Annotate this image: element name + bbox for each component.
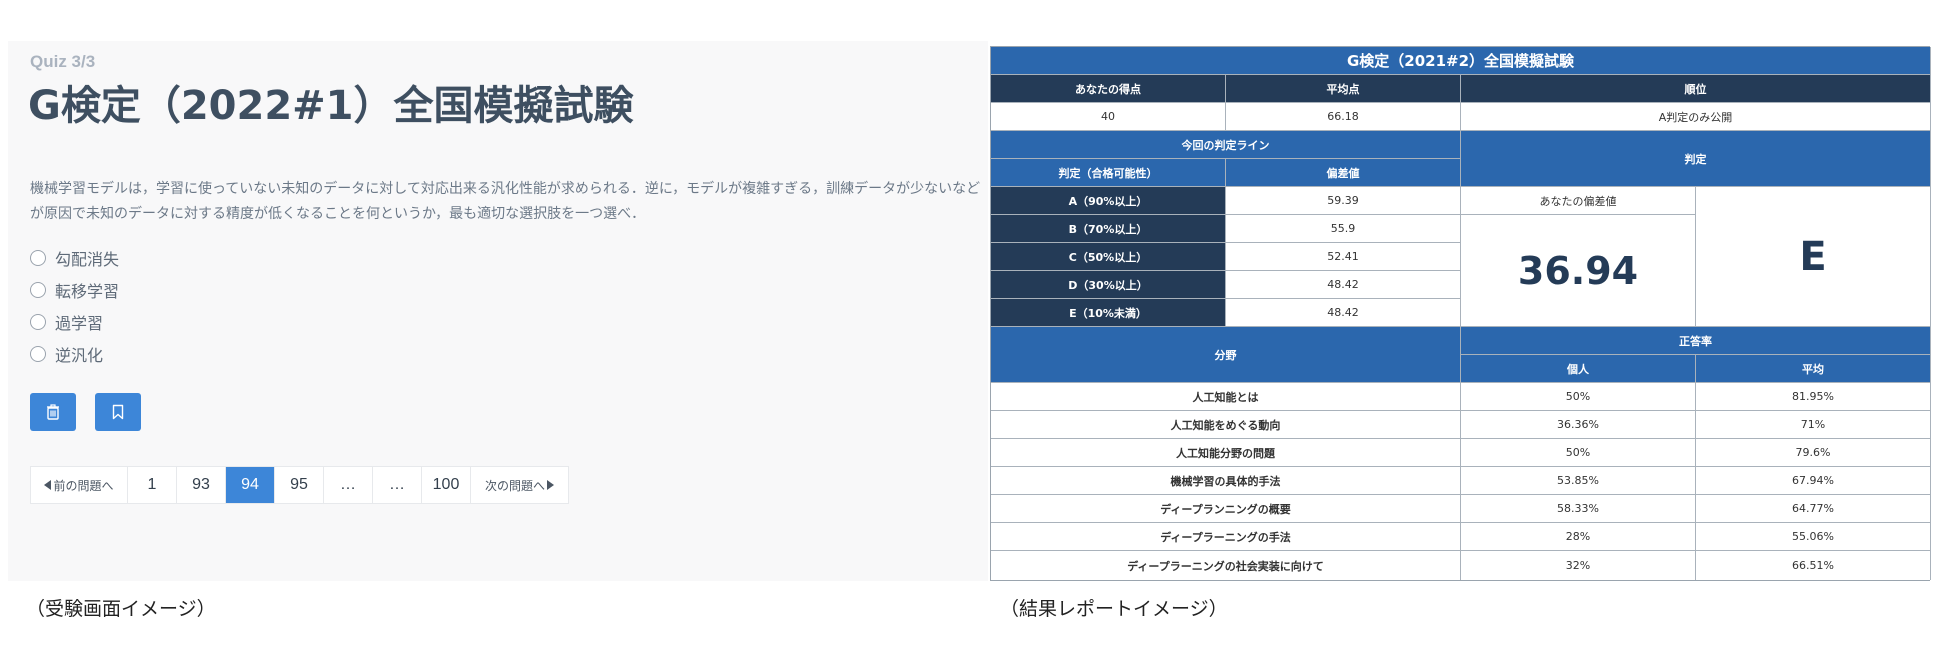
- field-name: ディープラーニングの社会実装に向けて: [991, 551, 1461, 580]
- grade-value: E: [1799, 233, 1827, 280]
- field-avg: 67.94%: [1696, 467, 1931, 495]
- option-label: 過学習: [55, 314, 104, 333]
- option-label: 転移学習: [55, 282, 120, 301]
- field-avg: 66.51%: [1696, 551, 1931, 580]
- value-your-score: 40: [991, 103, 1226, 131]
- field-personal: 32%: [1461, 551, 1696, 580]
- line-row-label: B（70%以上）: [991, 215, 1226, 243]
- bookmark-button[interactable]: [95, 393, 141, 431]
- col-personal-header: 個人: [1461, 355, 1696, 383]
- judgement-title: 判定: [1461, 131, 1931, 187]
- your-dev-value: 36.94: [1517, 248, 1639, 293]
- quiz-counter: Quiz 3/3: [30, 52, 96, 71]
- your-dev-label: あなたの偏差値: [1461, 187, 1696, 215]
- field-personal: 36.36%: [1461, 411, 1696, 439]
- option-3[interactable]: 過学習: [30, 310, 103, 334]
- line-row-value: 59.39: [1226, 187, 1461, 215]
- page-link[interactable]: 93: [177, 467, 226, 503]
- option-2[interactable]: 転移学習: [30, 278, 119, 302]
- line-row-value: 48.42: [1226, 299, 1461, 327]
- field-name: ディープランニングの概要: [991, 495, 1461, 523]
- field-personal: 53.85%: [1461, 467, 1696, 495]
- pagination: 前の問題へ 1 93 94 95 … … 100 次の問題へ: [30, 466, 569, 504]
- line-row-value: 52.41: [1226, 243, 1461, 271]
- line-row-label: A（90%以上）: [991, 187, 1226, 215]
- question-text: 機械学習モデルは，学習に使っていない未知のデータに対して対応出来る汎化性能が求め…: [30, 181, 981, 222]
- option-1[interactable]: 勾配消失: [30, 246, 119, 270]
- col-field-header: 分野: [991, 327, 1461, 383]
- line-row-label: C（50%以上）: [991, 243, 1226, 271]
- prev-question-button[interactable]: 前の問題へ: [31, 467, 128, 503]
- triangle-left-icon: [44, 480, 52, 490]
- field-personal: 58.33%: [1461, 495, 1696, 523]
- triangle-right-icon: [547, 480, 554, 490]
- header-your-score: あなたの得点: [991, 75, 1226, 103]
- field-name: ディープラーニングの手法: [991, 523, 1461, 551]
- field-name: 人工知能とは: [991, 383, 1461, 411]
- grade-cell: E: [1696, 187, 1931, 327]
- line-row-label: D（30%以上）: [991, 271, 1226, 299]
- quiz-panel: Quiz 3/3 G検定（2022#1）全国模擬試験 機械学習モデルは，学習に使…: [8, 41, 988, 581]
- header-average: 平均点: [1226, 75, 1461, 103]
- page-link[interactable]: 1: [128, 467, 177, 503]
- option-label: 勾配消失: [55, 250, 120, 269]
- report-title: G検定（2021#2）全国模擬試験: [991, 47, 1931, 75]
- field-personal: 28%: [1461, 523, 1696, 551]
- radio-button[interactable]: [30, 250, 46, 266]
- option-label: 逆汎化: [55, 346, 104, 365]
- trash-icon: [47, 404, 59, 420]
- caption-left: （受験画面イメージ）: [26, 598, 216, 620]
- page-link-active[interactable]: 94: [226, 467, 275, 503]
- delete-button[interactable]: [30, 393, 76, 431]
- value-average: 66.18: [1226, 103, 1461, 131]
- col-avg-header: 平均: [1696, 355, 1931, 383]
- line-section-title: 今回の判定ライン: [991, 131, 1461, 159]
- radio-button[interactable]: [30, 346, 46, 362]
- field-personal: 50%: [1461, 439, 1696, 467]
- next-label: 次の問題へ: [484, 478, 545, 493]
- quiz-title: G検定（2022#1）全国模擬試験: [28, 83, 634, 129]
- line-row-label: E（10%未満）: [991, 299, 1226, 327]
- field-avg: 71%: [1696, 411, 1931, 439]
- value-rank: A判定のみ公開: [1461, 103, 1931, 131]
- field-avg: 64.77%: [1696, 495, 1931, 523]
- prev-label: 前の問題へ: [53, 478, 114, 493]
- page-ellipsis: …: [373, 467, 422, 503]
- caption-right: （結果レポートイメージ）: [1000, 598, 1228, 620]
- radio-button[interactable]: [30, 314, 46, 330]
- field-personal: 50%: [1461, 383, 1696, 411]
- result-report-table: G検定（2021#2）全国模擬試験 あなたの得点 平均点 順位 40 66.18…: [990, 46, 1931, 581]
- bookmark-icon: [112, 404, 124, 420]
- radio-button[interactable]: [30, 282, 46, 298]
- col-judge-header: 判定（合格可能性）: [991, 159, 1226, 187]
- page-link[interactable]: 100: [422, 467, 471, 503]
- header-rank: 順位: [1461, 75, 1931, 103]
- col-dev-header: 偏差値: [1226, 159, 1461, 187]
- field-avg: 55.06%: [1696, 523, 1931, 551]
- col-rate-header: 正答率: [1461, 327, 1931, 355]
- line-row-value: 48.42: [1226, 271, 1461, 299]
- page-ellipsis: …: [324, 467, 373, 503]
- next-question-button[interactable]: 次の問題へ: [471, 467, 568, 503]
- field-avg: 79.6%: [1696, 439, 1931, 467]
- option-4[interactable]: 逆汎化: [30, 342, 103, 366]
- your-dev-value-cell: 36.94: [1461, 215, 1696, 327]
- field-name: 機械学習の具体的手法: [991, 467, 1461, 495]
- field-avg: 81.95%: [1696, 383, 1931, 411]
- field-name: 人工知能をめぐる動向: [991, 411, 1461, 439]
- page-link[interactable]: 95: [275, 467, 324, 503]
- line-row-value: 55.9: [1226, 215, 1461, 243]
- field-name: 人工知能分野の問題: [991, 439, 1461, 467]
